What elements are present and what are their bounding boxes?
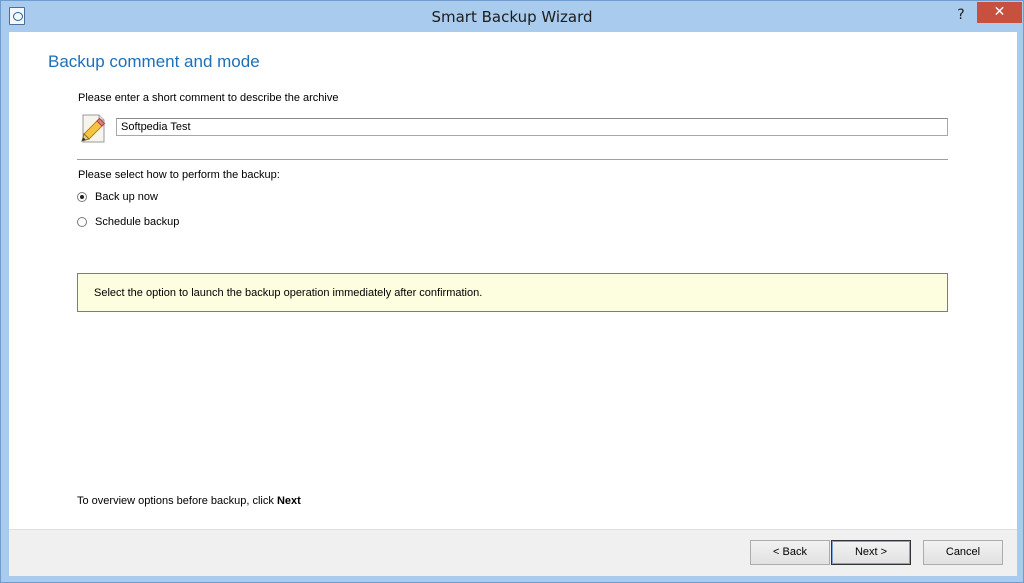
next-hint: To overview options before backup, click… (77, 495, 301, 507)
option-back-up-now[interactable]: Back up now (77, 189, 158, 205)
pencil-paper-icon (81, 114, 106, 143)
wizard-window: Smart Backup Wizard ? ✕ Backup comment a… (0, 0, 1024, 583)
comment-field[interactable] (116, 118, 948, 136)
page-title: Backup comment and mode (48, 52, 260, 71)
button-bar: < Back Next > Cancel (9, 529, 1017, 576)
cancel-button[interactable]: Cancel (923, 540, 1003, 565)
info-text: Select the option to launch the backup o… (94, 287, 483, 299)
close-button[interactable]: ✕ (977, 2, 1022, 23)
radio-schedule-backup[interactable] (77, 217, 87, 227)
next-button[interactable]: Next > (831, 540, 911, 565)
help-button[interactable]: ? (951, 5, 971, 25)
option-schedule-backup[interactable]: Schedule backup (77, 214, 179, 230)
section-divider (77, 159, 948, 160)
hint-emphasis: Next (276, 495, 301, 507)
window-title: Smart Backup Wizard (431, 8, 593, 26)
back-button[interactable]: < Back (750, 540, 830, 565)
option-label[interactable]: Schedule backup (95, 216, 179, 228)
wizard-page: Backup comment and mode Please enter a s… (9, 32, 1017, 529)
mode-prompt: Please select how to perform the backup: (78, 169, 280, 181)
info-panel: Select the option to launch the backup o… (77, 273, 948, 312)
hint-text: To overview options before backup, click (77, 495, 277, 507)
comment-prompt: Please enter a short comment to describe… (78, 92, 339, 104)
option-label[interactable]: Back up now (95, 191, 158, 203)
radio-back-up-now[interactable] (77, 192, 87, 202)
title-bar[interactable]: Smart Backup Wizard ? ✕ (1, 1, 1023, 32)
